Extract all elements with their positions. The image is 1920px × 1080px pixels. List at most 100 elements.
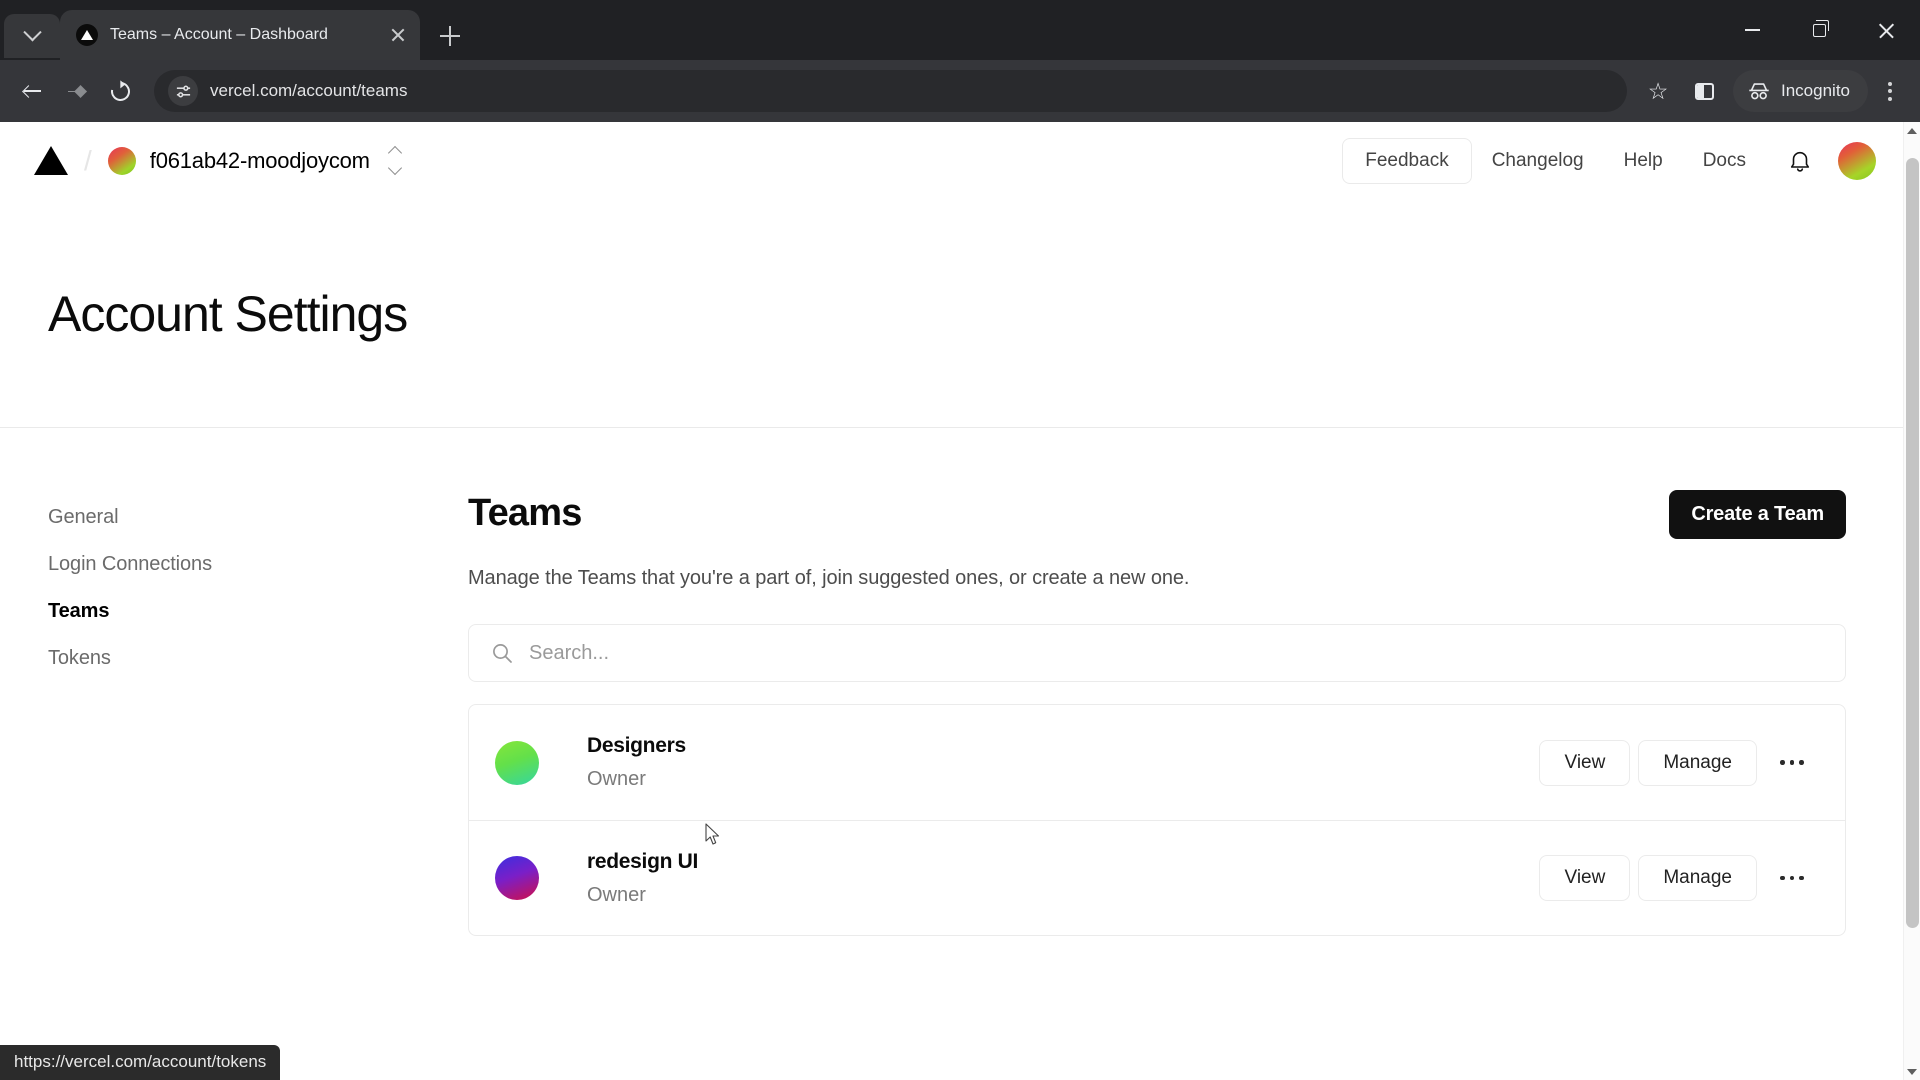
view-button[interactable]: View <box>1539 739 1631 786</box>
chevron-down-icon <box>22 22 42 41</box>
browser-tab[interactable]: Teams – Account – Dashboard <box>60 10 420 60</box>
dot <box>1780 875 1785 881</box>
page-title-band: Account Settings <box>0 200 1904 428</box>
incognito-indicator[interactable]: Incognito <box>1733 70 1868 112</box>
back-button[interactable] <box>12 71 52 111</box>
url-text: vercel.com/account/teams <box>210 81 408 100</box>
kebab-dot <box>1888 89 1892 93</box>
dot <box>1789 760 1795 765</box>
status-bar: https://vercel.com/account/tokens <box>0 1045 281 1080</box>
teams-header: Teams Create a Team <box>468 490 1846 539</box>
site-settings-icon[interactable] <box>168 76 198 106</box>
chevron-up-icon <box>387 145 402 161</box>
user-avatar[interactable] <box>1838 141 1876 180</box>
scroll-up-icon[interactable] <box>1904 122 1920 139</box>
redesign-ui-avatar <box>495 856 539 900</box>
maximize-icon <box>1813 20 1829 37</box>
team-row-name: Designers <box>587 734 686 757</box>
teams-panel: Teams Create a Team Manage the Teams tha… <box>468 490 1856 936</box>
kebab-dot <box>1888 81 1892 86</box>
teams-heading: Teams <box>468 492 582 534</box>
app-header: / f061ab42-moodjoycom Feedback Changelog… <box>0 122 1904 200</box>
close-icon <box>1878 22 1895 39</box>
docs-link[interactable]: Docs <box>1683 140 1766 182</box>
row-actions: View Manage <box>1539 855 1819 901</box>
browser-toolbar: vercel.com/account/teams ☆ Incognito <box>0 60 1920 122</box>
side-panel-button[interactable] <box>1683 70 1725 112</box>
star-icon: ☆ <box>1647 77 1669 104</box>
breadcrumb-separator: / <box>84 144 92 176</box>
search-icon <box>493 644 512 663</box>
vercel-dashboard: / f061ab42-moodjoycom Feedback Changelog… <box>0 122 1904 1080</box>
teams-search[interactable] <box>468 624 1846 682</box>
vercel-favicon-icon <box>76 24 98 46</box>
close-tab-icon[interactable] <box>384 21 412 49</box>
minimize-icon <box>1745 29 1760 31</box>
more-options-icon[interactable] <box>1765 856 1819 900</box>
tab-title: Teams – Account – Dashboard <box>110 26 328 43</box>
tab-search-button[interactable] <box>4 14 60 58</box>
notifications-button[interactable] <box>1776 137 1824 185</box>
feedback-button[interactable]: Feedback <box>1342 137 1472 184</box>
settings-body: General Login Connections Teams Tokens T… <box>0 428 1904 936</box>
scrollbar-thumb[interactable] <box>1906 158 1919 928</box>
tab-strip: Teams – Account – Dashboard <box>0 0 1920 60</box>
team-row-name: redesign UI <box>587 849 699 873</box>
arrow-left-icon <box>21 83 41 100</box>
minimize-button[interactable] <box>1719 0 1786 60</box>
table-row[interactable]: redesign UI Owner View Manage <box>469 820 1845 935</box>
kebab-dot <box>1888 96 1892 101</box>
create-team-button[interactable]: Create a Team <box>1669 490 1846 539</box>
team-info: redesign UI Owner <box>587 850 698 907</box>
arrow-right-icon <box>67 83 87 100</box>
table-row[interactable]: Designers Owner View Manage <box>469 705 1845 820</box>
team-row-role: Owner <box>587 768 646 790</box>
settings-sidebar: General Login Connections Teams Tokens <box>48 490 468 936</box>
vercel-logo-icon[interactable] <box>34 146 68 175</box>
reload-button[interactable] <box>100 71 140 111</box>
forward-button[interactable] <box>56 71 96 111</box>
row-actions: View Manage <box>1539 739 1819 786</box>
manage-button[interactable]: Manage <box>1638 855 1757 901</box>
designers-avatar <box>495 740 539 785</box>
maximize-button[interactable] <box>1786 0 1853 60</box>
view-button[interactable]: View <box>1539 855 1631 901</box>
changelog-link[interactable]: Changelog <box>1472 140 1604 182</box>
dot <box>1799 760 1804 765</box>
dot <box>1799 875 1804 881</box>
new-tab-button[interactable] <box>430 16 470 56</box>
page-title: Account Settings <box>48 285 408 342</box>
dot <box>1780 760 1785 765</box>
teams-list: Designers Owner View Manage redesign UI … <box>468 704 1846 936</box>
sidebar-item-login-connections[interactable]: Login Connections <box>48 541 468 588</box>
more-options-icon[interactable] <box>1765 741 1819 785</box>
page-scrollbar[interactable] <box>1903 122 1920 1080</box>
help-link[interactable]: Help <box>1604 140 1683 182</box>
team-avatar <box>107 146 136 175</box>
browser-menu-button[interactable] <box>1872 70 1908 112</box>
team-row-role: Owner <box>587 883 646 906</box>
sidebar-item-tokens[interactable]: Tokens <box>48 635 468 682</box>
search-input[interactable] <box>529 641 1823 665</box>
sidebar-item-general[interactable]: General <box>48 494 468 541</box>
close-window-button[interactable] <box>1853 0 1920 60</box>
bookmark-button[interactable]: ☆ <box>1637 70 1679 112</box>
window-controls <box>1719 0 1920 60</box>
team-breadcrumb[interactable]: f061ab42-moodjoycom <box>107 146 370 175</box>
sidebar-item-teams[interactable]: Teams <box>48 588 468 635</box>
incognito-label: Incognito <box>1781 81 1850 100</box>
header-actions: Feedback Changelog Help Docs <box>1342 137 1876 185</box>
team-name: f061ab42-moodjoycom <box>149 147 370 173</box>
chevron-down-icon <box>387 160 402 176</box>
reload-icon <box>106 77 134 105</box>
teams-description: Manage the Teams that you're a part of, … <box>468 567 1190 589</box>
team-info: Designers Owner <box>587 734 686 791</box>
browser-window: Teams – Account – Dashboard vercel.com/a… <box>0 0 1920 1080</box>
manage-button[interactable]: Manage <box>1638 739 1757 786</box>
page-viewport: / f061ab42-moodjoycom Feedback Changelog… <box>0 122 1920 1080</box>
side-panel-icon <box>1694 82 1714 100</box>
team-switcher-button[interactable] <box>382 144 408 178</box>
dot <box>1789 875 1795 881</box>
scroll-down-icon[interactable] <box>1904 1063 1920 1080</box>
address-bar[interactable]: vercel.com/account/teams <box>154 70 1627 112</box>
